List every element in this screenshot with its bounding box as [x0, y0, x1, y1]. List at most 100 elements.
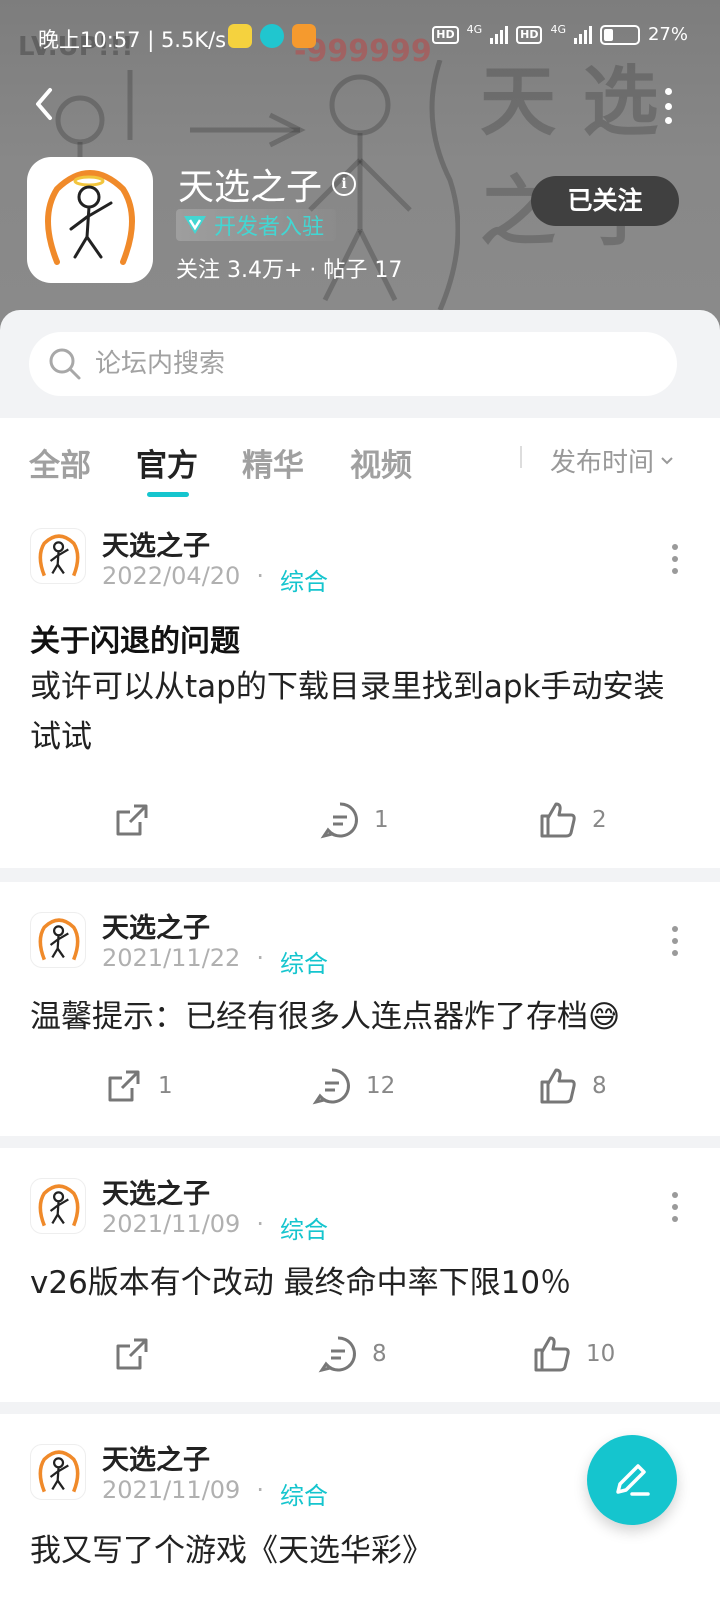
- comment-button[interactable]: 8: [318, 1334, 387, 1374]
- post-more-button[interactable]: [670, 1192, 680, 1222]
- divider: [520, 446, 522, 468]
- app-header: LV.UP!!! -999999 天 选 之 子 晚上10:57 | 5.5K/…: [0, 0, 720, 330]
- like-button[interactable]: 10: [532, 1334, 615, 1374]
- post-date: 2021/11/09: [102, 1476, 241, 1504]
- notification-app-icon: [228, 24, 252, 48]
- taptap-notification-icon: [260, 24, 284, 48]
- comment-button[interactable]: 1: [320, 800, 389, 840]
- network-type: 4G: [550, 23, 566, 36]
- status-bar: 晚上10:57 | 5.5K/s HD 4G HD 4G 27%: [0, 0, 720, 72]
- post-more-button[interactable]: [670, 544, 680, 574]
- post-meta: 2021/11/22 · 综合: [102, 944, 328, 979]
- thumbs-up-icon: [534, 1336, 570, 1372]
- comment-icon: [318, 1336, 356, 1373]
- status-time: 晚上10:57 | 5.5K/s: [38, 28, 227, 52]
- thumbs-up-icon: [540, 802, 576, 838]
- meta-separator: ·: [256, 1476, 264, 1504]
- like-count: 10: [586, 1341, 616, 1367]
- post-author[interactable]: 天选之子: [102, 524, 210, 563]
- signal-icon: [573, 25, 592, 44]
- back-button[interactable]: [26, 84, 66, 124]
- post-card[interactable]: 天选之子 2021/11/22 · 综合 温馨提示：已经有很多人连点器炸了存档😅…: [0, 882, 720, 1136]
- post-body: 或许可以从tap的下载目录里找到apk手动安装试试: [30, 669, 665, 755]
- share-button[interactable]: [112, 1334, 166, 1374]
- app-title-text: 天选之子: [178, 167, 323, 208]
- comment-count: 12: [366, 1073, 396, 1099]
- post-author[interactable]: 天选之子: [102, 1438, 210, 1477]
- pen-icon: [616, 1464, 650, 1496]
- post-meta: 2021/11/09 · 综合: [102, 1210, 328, 1245]
- app-title: 天选之子 i: [178, 158, 357, 210]
- share-button[interactable]: [112, 800, 166, 840]
- post-category[interactable]: 综合: [280, 944, 328, 979]
- status-right: HD 4G HD 4G 27%: [432, 23, 688, 45]
- meta-separator: ·: [256, 1210, 264, 1238]
- comment-icon: [320, 802, 358, 839]
- verified-v-icon: [184, 216, 206, 234]
- battery-icon: [599, 24, 640, 45]
- post-author[interactable]: 天选之子: [102, 1172, 210, 1211]
- app-stats: 关注 3.4万+ · 帖子 17: [176, 258, 403, 283]
- post-body: 我又写了个游戏《天选华彩》: [30, 1533, 433, 1569]
- post-author[interactable]: 天选之子: [102, 906, 210, 945]
- comment-icon: [312, 1068, 350, 1105]
- search-section: [0, 310, 720, 418]
- avatar[interactable]: [30, 912, 86, 968]
- search-bar[interactable]: [29, 332, 677, 396]
- meta-separator: ·: [256, 562, 264, 590]
- post-card[interactable]: 天选之子 2022/04/20 · 综合 关于闪退的问题 或许可以从tap的下载…: [0, 504, 720, 868]
- share-button[interactable]: 1: [104, 1066, 173, 1106]
- post-date: 2021/11/22: [102, 944, 241, 972]
- active-tab-indicator: [147, 492, 189, 497]
- share-icon: [108, 1070, 140, 1102]
- comment-count: 1: [374, 807, 389, 833]
- post-title: 关于闪退的问题: [30, 624, 240, 659]
- post-body: v26版本有个改动 最终命中率下限10％: [30, 1265, 572, 1301]
- developer-badge[interactable]: 开发者入驻: [176, 209, 337, 241]
- search-input[interactable]: [95, 332, 655, 396]
- post-category[interactable]: 综合: [280, 562, 328, 597]
- hd-icon: HD: [516, 25, 543, 44]
- search-icon: [49, 348, 81, 380]
- tab-all[interactable]: 全部: [29, 440, 91, 485]
- info-icon[interactable]: i: [332, 172, 357, 196]
- comment-count: 8: [372, 1341, 387, 1367]
- signal-icon: [490, 25, 509, 44]
- chevron-down-icon: [661, 456, 673, 464]
- compose-button[interactable]: [587, 1435, 677, 1525]
- share-icon: [116, 1338, 148, 1370]
- meta-separator: ·: [256, 944, 264, 972]
- share-count: 1: [158, 1073, 173, 1099]
- follow-button[interactable]: 已关注: [531, 176, 679, 226]
- sort-dropdown[interactable]: 发布时间: [550, 442, 674, 479]
- post-date: 2021/11/09: [102, 1210, 241, 1238]
- avatar[interactable]: [30, 1178, 86, 1234]
- like-button[interactable]: 2: [538, 800, 607, 840]
- post-card[interactable]: 天选之子 2021/11/09 · 综合 v26版本有个改动 最终命中率下限10…: [0, 1148, 720, 1402]
- hd-icon: HD: [432, 25, 459, 44]
- tab-official[interactable]: 官方: [136, 440, 198, 485]
- post-category[interactable]: 综合: [280, 1210, 328, 1245]
- tab-featured[interactable]: 精华: [242, 440, 304, 485]
- thumbs-up-icon: [540, 1068, 576, 1104]
- post-body: 温馨提示：已经有很多人连点器炸了存档😅: [30, 999, 621, 1035]
- comment-button[interactable]: 12: [312, 1066, 395, 1106]
- chevron-left-icon: [36, 88, 52, 120]
- more-options-button[interactable]: [658, 88, 678, 124]
- tab-video[interactable]: 视频: [350, 440, 412, 485]
- like-count: 8: [592, 1073, 607, 1099]
- like-count: 2: [592, 807, 607, 833]
- like-button[interactable]: 8: [538, 1066, 607, 1106]
- post-meta: 2021/11/09 · 综合: [102, 1476, 328, 1511]
- network-type: 4G: [466, 23, 483, 36]
- app-icon: [27, 157, 153, 283]
- filter-tabs: 全部 官方 精华 视频 发布时间: [0, 418, 720, 504]
- post-category[interactable]: 综合: [280, 1476, 328, 1511]
- share-icon: [116, 804, 148, 836]
- developer-badge-label: 开发者入驻: [214, 215, 325, 240]
- notification-app-icon: [292, 24, 316, 48]
- avatar[interactable]: [30, 1444, 86, 1500]
- post-date: 2022/04/20: [102, 562, 241, 590]
- avatar[interactable]: [30, 528, 86, 584]
- post-more-button[interactable]: [670, 926, 680, 956]
